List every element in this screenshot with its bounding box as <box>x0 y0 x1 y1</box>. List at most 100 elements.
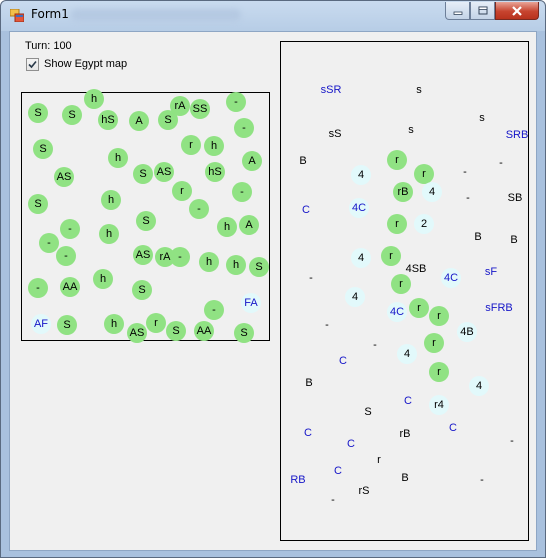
map-cell-label: AA <box>196 325 212 337</box>
map-cell-label: RB <box>290 474 306 486</box>
map-cell-label: hS <box>101 114 115 126</box>
map-cell-label: r <box>422 168 426 180</box>
map-cell-label: C <box>449 422 457 434</box>
map-cell-label: h <box>223 221 231 233</box>
map-cell-label: 4SB <box>405 263 427 275</box>
map-cell-label: r <box>395 154 399 166</box>
map-cell-label: AF <box>33 318 49 330</box>
map-cell-label: r <box>154 317 158 329</box>
map-cell-label: - <box>309 272 313 284</box>
map-cell-label: - <box>64 250 68 262</box>
egypt-map-panel[interactable]: h S SrA SS - hS A S - Sr h h A AS S AS hS r - Sh - Sh A - - h - AS r… <box>21 89 270 343</box>
map-cell-label: S <box>142 215 150 227</box>
map-cell-label: A <box>135 115 143 127</box>
maximize-button[interactable] <box>470 2 495 20</box>
map-cell-label: 4 <box>428 186 436 198</box>
show-map-checkbox[interactable] <box>26 58 39 71</box>
map-cell-label: rA <box>159 251 171 263</box>
show-map-label[interactable]: Show Egypt map <box>44 58 127 70</box>
close-button[interactable] <box>495 2 539 20</box>
map-cell-label: 4C <box>389 306 405 318</box>
map-cell-label: r <box>180 185 184 197</box>
map-cell-label: r <box>417 302 421 314</box>
map-cell-label: S <box>39 143 47 155</box>
map-cell-label: SS <box>192 103 208 115</box>
map-cell-label: sSR <box>320 84 342 96</box>
map-cell-label: 2 <box>420 218 428 230</box>
map-cell-label: hS <box>208 166 222 178</box>
checkmark-icon <box>28 60 37 69</box>
map-cell-label: r <box>189 139 193 151</box>
map-cell-label: C <box>302 204 310 216</box>
map-cell-label: 4B <box>460 326 474 338</box>
map-cell-label: C <box>404 395 412 407</box>
map-cell-label: S <box>34 107 42 119</box>
map-cell-label: s <box>408 124 414 136</box>
map-cell-label: h <box>114 152 122 164</box>
map-cell-label: 4 <box>475 380 483 392</box>
map-cell-label: A <box>245 219 253 231</box>
map-cell-label: rS <box>358 485 370 497</box>
blurred-title-area <box>71 9 241 21</box>
map-cell-label: AS <box>135 249 151 261</box>
map-cell-label: r <box>395 218 399 230</box>
map-cell-label: r4 <box>434 399 444 411</box>
map-cell-label: sS <box>328 128 342 140</box>
map-cell-label: h <box>210 140 218 152</box>
map-cell-label: S <box>138 284 146 296</box>
map-cell-label: S <box>63 319 71 331</box>
map-cell-label: SRB <box>505 129 529 141</box>
map-cell-label: AS <box>129 327 145 339</box>
map-cell-label: - <box>373 339 377 351</box>
map-cell-label: - <box>499 157 503 169</box>
map-cell-label: r <box>389 250 393 262</box>
map-cell-label: 4C <box>443 272 459 284</box>
map-cell-label: r <box>437 310 441 322</box>
map-cell-label: rB <box>399 428 411 440</box>
map-cell-label: rB <box>397 186 409 198</box>
app-window: Form1 Turn: 100 Show Egypt map h S SrA SS - h… <box>0 0 546 558</box>
map-cell-label: 4 <box>357 169 365 181</box>
map-cell-label: B <box>305 377 313 389</box>
map-cell-label: 4 <box>357 252 365 264</box>
map-cell-label: - <box>240 186 244 198</box>
map-cell-label: h <box>107 194 115 206</box>
map-cell-label: C <box>339 355 347 367</box>
world-map-panel[interactable]: sSR s s SRB sS s Br -4 r - rB 4 C 4C SB - r 2 B B 4 r 4SB 4C sF -… <box>280 41 529 541</box>
map-cell-label: C <box>304 427 312 439</box>
map-cell-label: - <box>463 166 467 178</box>
map-cell-label: - <box>480 474 484 486</box>
map-cell-label: rA <box>174 100 186 112</box>
map-cell-label: h <box>110 318 118 330</box>
window-title: Form1 <box>31 7 69 21</box>
form-app-icon <box>10 9 24 22</box>
map-cell-label: sFRB <box>485 302 513 314</box>
map-cell-label: - <box>510 435 514 447</box>
map-cell-label: - <box>212 304 216 316</box>
map-cell-label: S <box>240 327 248 339</box>
map-cell-label: S <box>164 114 172 126</box>
map-cell-label: r <box>437 366 441 378</box>
minimize-icon <box>453 11 462 15</box>
map-cell-label: h <box>99 273 107 285</box>
map-cell-label: B <box>474 231 482 243</box>
map-cell-label: B <box>510 234 518 246</box>
map-cell-label: - <box>331 494 335 506</box>
map-cell-label: sF <box>484 266 498 278</box>
map-cell-label: S <box>364 406 372 418</box>
map-cell-label: - <box>178 251 182 263</box>
map-cell-label: S <box>255 261 263 273</box>
title-bar[interactable]: Form1 <box>1 1 545 31</box>
map-cell-label: h <box>105 228 113 240</box>
map-cell-label: h <box>232 259 240 271</box>
map-cell-label: AS <box>56 171 72 183</box>
map-cell-label: S <box>68 109 76 121</box>
map-cell-label: S <box>34 198 42 210</box>
minimize-button[interactable] <box>445 2 470 20</box>
map-cell-label: 4C <box>351 202 367 214</box>
map-cell-label: s <box>479 112 485 124</box>
map-cell-label: - <box>47 237 51 249</box>
map-cell-label: AA <box>62 281 78 293</box>
map-cell-label: h <box>205 256 213 268</box>
map-cell-label: - <box>68 223 72 235</box>
